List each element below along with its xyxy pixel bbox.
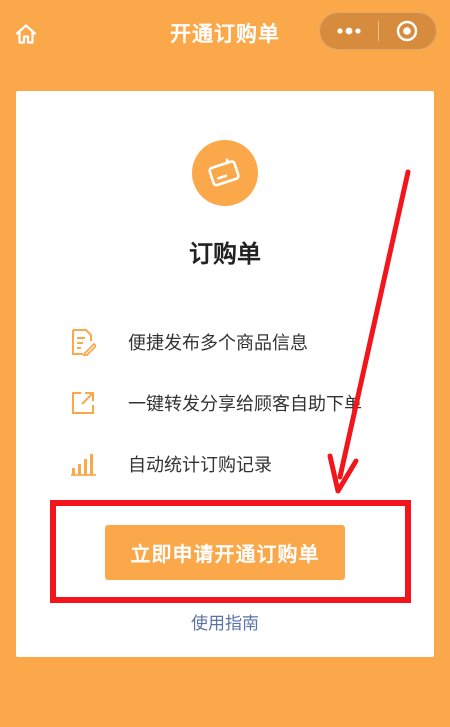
- more-dots-icon: [337, 27, 361, 35]
- top-bar: 开通订购单: [0, 0, 450, 64]
- edit-document-icon: [68, 327, 98, 357]
- card-title: 订购单: [189, 240, 261, 268]
- share-external-icon: [68, 388, 98, 418]
- feature-label: 一键转发分享给顾客自助下单: [128, 394, 362, 415]
- feature-item-share: 一键转发分享给顾客自助下单: [68, 388, 362, 418]
- feature-label: 自动统计订购记录: [128, 455, 272, 476]
- target-close-icon: [397, 20, 418, 42]
- user-guide-link[interactable]: 使用指南: [16, 609, 434, 634]
- apply-order-form-button[interactable]: 立即申请开通订购单: [105, 525, 345, 580]
- order-form-badge: [192, 140, 258, 206]
- more-button[interactable]: [320, 13, 378, 49]
- bar-chart-icon: [68, 449, 98, 479]
- feature-label: 便捷发布多个商品信息: [128, 333, 308, 354]
- feature-item-statistics: 自动统计订购记录: [68, 449, 272, 479]
- close-button[interactable]: [378, 13, 436, 49]
- order-form-icon: [208, 158, 240, 187]
- feature-item-publish: 便捷发布多个商品信息: [68, 327, 308, 357]
- order-form-card: 订购单 便捷发布多个商品信息 一键转发分享给顾客自助下单 自动统计订购记录 立即…: [16, 91, 434, 657]
- mini-program-capsule: [319, 12, 437, 50]
